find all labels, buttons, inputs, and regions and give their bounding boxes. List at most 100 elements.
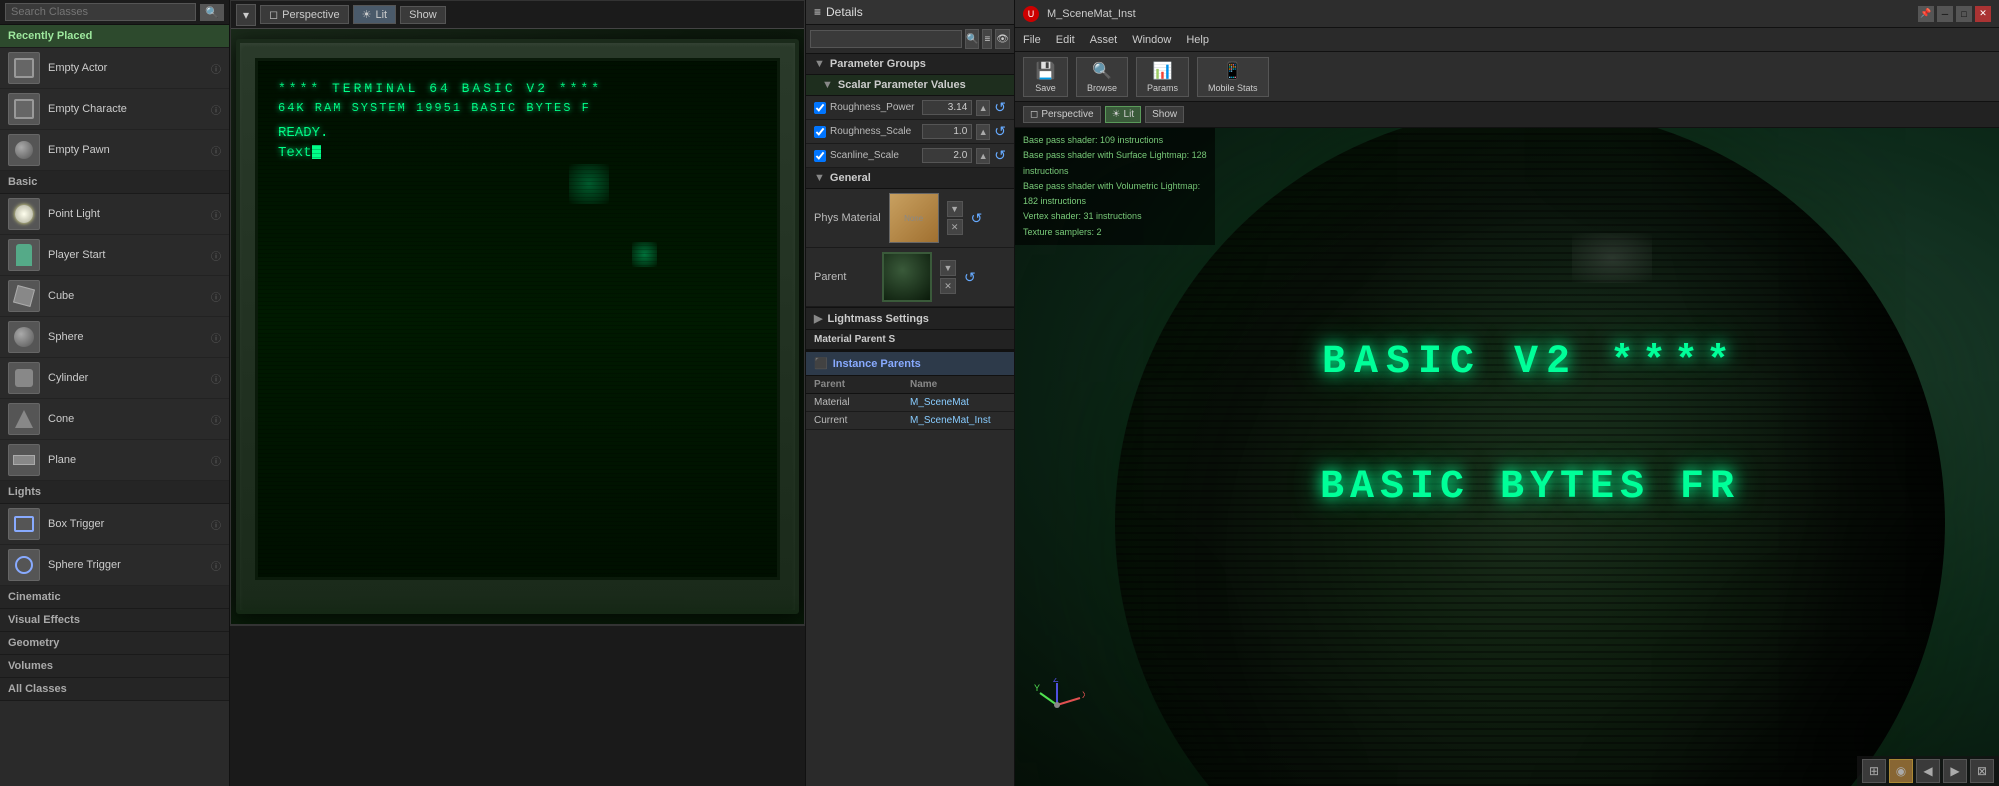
actor-info: ⓘ — [211, 517, 221, 532]
menu-edit[interactable]: Edit — [1056, 34, 1075, 46]
actor-item-player-start[interactable]: Player Start ⓘ — [0, 235, 229, 276]
category-lights[interactable]: Lights — [0, 481, 229, 504]
category-recently-placed[interactable]: Recently Placed — [0, 25, 229, 48]
minimize-button[interactable]: ─ — [1937, 6, 1953, 22]
section-general[interactable]: ▼ General — [806, 168, 1014, 189]
phys-mat-arrow[interactable]: ↺ — [971, 210, 983, 227]
actor-info: ⓘ — [211, 289, 221, 304]
section-material-parent[interactable]: Material Parent S — [806, 330, 1014, 350]
pin-button[interactable]: 📌 — [1918, 6, 1934, 22]
roughness-scale-up-btn[interactable]: ▲ — [976, 124, 990, 140]
ue-logo: U — [1023, 6, 1039, 22]
actor-item-empty-pawn[interactable]: Empty Pawn ⓘ — [0, 130, 229, 171]
scanline-scale-up-btn[interactable]: ▲ — [976, 148, 990, 164]
mat-viewport-bar: ◻ Perspective ☀ Lit Show — [1015, 102, 1999, 128]
search-button[interactable]: 🔍 — [200, 4, 224, 21]
params-tool-button[interactable]: 📊 Params — [1136, 57, 1189, 97]
details-filter-btn[interactable]: ≡ — [982, 29, 992, 49]
parent-clear-btn[interactable]: ✕ — [940, 278, 956, 294]
details-search-btn[interactable]: 🔍 — [965, 29, 979, 49]
param-row-roughness-scale: Roughness_Scale 1.0 ▲ ↺ — [806, 120, 1014, 144]
actor-item-plane[interactable]: Plane ⓘ — [0, 440, 229, 481]
phys-mat-edit-btn[interactable]: ▼ — [947, 201, 963, 217]
sphere-text-lower: BASIC BYTES FR — [1157, 465, 1904, 510]
details-search-input[interactable] — [810, 30, 962, 48]
menu-file[interactable]: File — [1023, 34, 1041, 46]
actor-item-empty-character[interactable]: Empty Characte ⓘ — [0, 89, 229, 130]
bt-btn-1[interactable]: ⊞ — [1862, 759, 1886, 783]
bt-btn-4[interactable]: ▶ — [1943, 759, 1967, 783]
show-button[interactable]: Show — [400, 6, 446, 24]
search-bar: 🔍 — [0, 0, 229, 25]
category-all-classes[interactable]: All Classes — [0, 678, 229, 701]
category-basic[interactable]: Basic — [0, 171, 229, 194]
roughness-power-label: Roughness_Power — [830, 102, 918, 113]
actor-label: Plane — [48, 454, 203, 466]
actor-item-cube[interactable]: Cube ⓘ — [0, 276, 229, 317]
details-options-btn[interactable]: 👁 — [995, 29, 1010, 49]
parent-slot: Parent ▼ ✕ ↺ — [806, 248, 1014, 307]
inst-key-current: Current — [814, 415, 910, 426]
terminal-line-4: Text — [278, 145, 602, 161]
actor-item-point-light[interactable]: Point Light ⓘ — [0, 194, 229, 235]
scanline-scale-input[interactable]: 2.0 — [922, 148, 972, 163]
svg-text:X: X — [1082, 690, 1085, 700]
actor-item-box-trigger[interactable]: Box Trigger ⓘ — [0, 504, 229, 545]
roughness-power-input[interactable]: 3.14 — [922, 100, 972, 115]
roughness-power-up-btn[interactable]: ▲ — [976, 100, 990, 116]
scanline-scale-arrow[interactable]: ↺ — [994, 147, 1006, 164]
mat-title: M_SceneMat_Inst — [1047, 8, 1910, 20]
actor-info: ⓘ — [211, 102, 221, 117]
menu-window[interactable]: Window — [1132, 34, 1171, 46]
mobile-stats-tool-button[interactable]: 📱 Mobile Stats — [1197, 57, 1269, 97]
roughness-power-arrow[interactable]: ↺ — [994, 99, 1006, 116]
inst-val-material: M_SceneMat — [910, 397, 1006, 408]
section-lightmass[interactable]: ▶ Lightmass Settings — [806, 307, 1014, 330]
perspective-button[interactable]: ◻ Perspective — [260, 5, 349, 24]
details-header: ≡ Details — [806, 0, 1014, 25]
parent-edit-btn[interactable]: ▼ — [940, 260, 956, 276]
sphere-trigger-icon — [8, 549, 40, 581]
viewport-mode-dropdown[interactable]: ▾ — [236, 4, 256, 26]
bt-btn-3[interactable]: ◀ — [1916, 759, 1940, 783]
save-tool-button[interactable]: 💾 Save — [1023, 57, 1068, 97]
roughness-scale-input[interactable]: 1.0 — [922, 124, 972, 139]
close-button[interactable]: ✕ — [1975, 6, 1991, 22]
phys-material-slot: Phys Material None ▼ ✕ ↺ — [806, 189, 1014, 248]
category-volumes[interactable]: Volumes — [0, 655, 229, 678]
menu-help[interactable]: Help — [1186, 34, 1209, 46]
mat-show-button[interactable]: Show — [1145, 106, 1184, 123]
browse-tool-button[interactable]: 🔍 Browse — [1076, 57, 1128, 97]
maximize-button[interactable]: □ — [1956, 6, 1972, 22]
actor-item-cylinder[interactable]: Cylinder ⓘ — [0, 358, 229, 399]
roughness-power-checkbox[interactable] — [814, 102, 826, 114]
sphere-icon — [8, 321, 40, 353]
mat-lit-button[interactable]: ☀ Lit — [1105, 106, 1142, 123]
lit-button[interactable]: ☀ Lit — [353, 5, 397, 24]
actor-item-cone[interactable]: Cone ⓘ — [0, 399, 229, 440]
roughness-scale-checkbox[interactable] — [814, 126, 826, 138]
phys-mat-clear-btn[interactable]: ✕ — [947, 219, 963, 235]
category-cinematic[interactable]: Cinematic — [0, 586, 229, 609]
actor-item-sphere-trigger[interactable]: Sphere Trigger ⓘ — [0, 545, 229, 586]
section-label: Parameter Groups — [830, 58, 926, 70]
section-scalar-params[interactable]: ▼ Scalar Parameter Values — [806, 75, 1014, 96]
menu-asset[interactable]: Asset — [1090, 34, 1118, 46]
bottom-right-toolbar: ⊞ ◉ ◀ ▶ ⊠ — [1857, 756, 1999, 786]
actor-item-sphere[interactable]: Sphere ⓘ — [0, 317, 229, 358]
parent-material-buttons: ▼ ✕ — [940, 260, 956, 294]
search-input[interactable] — [5, 3, 196, 21]
category-visual-effects[interactable]: Visual Effects — [0, 609, 229, 632]
actor-info: ⓘ — [211, 207, 221, 222]
actor-info: ⓘ — [211, 371, 221, 386]
bt-btn-2[interactable]: ◉ — [1889, 759, 1913, 783]
roughness-scale-arrow[interactable]: ↺ — [994, 123, 1006, 140]
section-parameter-groups[interactable]: ▼ Parameter Groups — [806, 54, 1014, 75]
category-geometry[interactable]: Geometry — [0, 632, 229, 655]
mat-perspective-button[interactable]: ◻ Perspective — [1023, 106, 1101, 123]
actor-item-empty-actor[interactable]: Empty Actor ⓘ — [0, 48, 229, 89]
phys-material-value: None — [904, 214, 923, 223]
scanline-scale-checkbox[interactable] — [814, 150, 826, 162]
bt-btn-5[interactable]: ⊠ — [1970, 759, 1994, 783]
parent-arrow[interactable]: ↺ — [964, 269, 976, 286]
